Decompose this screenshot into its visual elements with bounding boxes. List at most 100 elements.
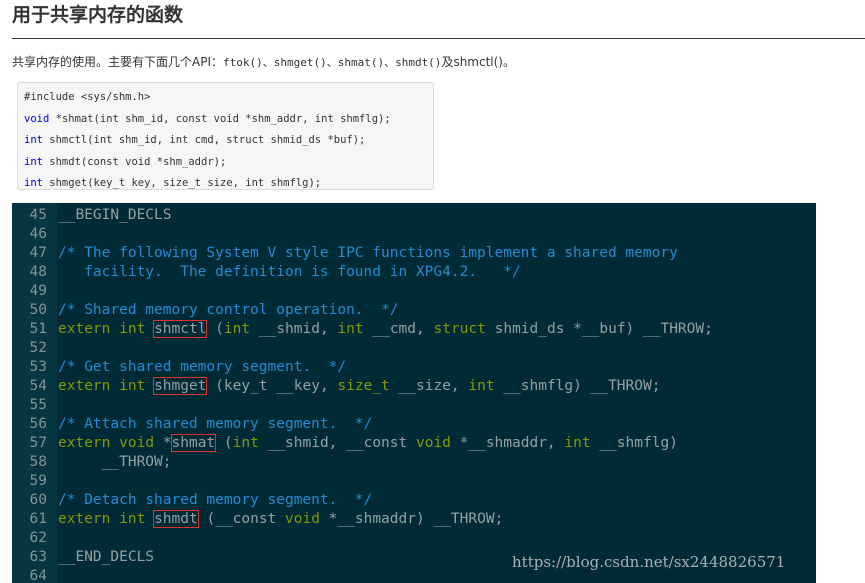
terminal-line: 57 extern void *shmat (int __shmid, __con… — [12, 434, 816, 453]
terminal-line: 55 — [12, 396, 816, 415]
keyword-extern: extern — [58, 321, 111, 337]
terminal-line: 48 facility. The definition is found in … — [12, 263, 816, 282]
code-text: __cmd, — [363, 321, 434, 337]
line-source: /* The following System V style IPC func… — [58, 244, 678, 263]
line-number: 63 — [29, 549, 47, 565]
line-source: extern int shmdt (__const void *__shmadd… — [58, 510, 503, 529]
line-source: extern int shmctl (int __shmid, int __cm… — [58, 320, 713, 339]
line-number: 57 — [29, 435, 47, 451]
terminal-line: 51 extern int shmctl (int __shmid, int __… — [12, 320, 816, 339]
title-divider — [12, 38, 865, 39]
comment-text: /* Detach shared memory segment. */ — [58, 492, 373, 508]
line-number: 54 — [29, 378, 47, 394]
keyword-type: size_t — [337, 378, 390, 394]
code-text: __shmid, __const — [258, 435, 416, 451]
comment-text: /* The following System V style IPC func… — [58, 245, 678, 261]
terminal-line: 56 /* Attach shared memory segment. */ — [12, 415, 816, 434]
line-number: 62 — [29, 530, 47, 546]
terminal-line: 61 extern int shmdt (__const void *__shma… — [12, 510, 816, 529]
line-source: /* Get shared memory segment. */ — [58, 358, 346, 377]
code-token: int — [24, 155, 43, 168]
terminal-line: 60 /* Detach shared memory segment. */ — [12, 491, 816, 510]
terminal-line: 50 /* Shared memory control operation. */ — [12, 301, 816, 320]
terminal-line: 49 — [12, 282, 816, 301]
line-number: 61 — [29, 511, 47, 527]
line-source: __END_DECLS — [58, 548, 154, 567]
line-number: 53 — [29, 359, 47, 375]
keyword-type: void — [415, 435, 451, 451]
line-number: 50 — [29, 302, 47, 318]
line-number: 49 — [29, 283, 47, 299]
keyword-type: int — [468, 378, 495, 394]
code-token: int — [24, 134, 43, 146]
terminal-line: 59 — [12, 472, 816, 491]
line-source: /* Attach shared memory segment. */ — [58, 415, 372, 434]
line-source: facility. The definition is found in XPG… — [58, 263, 521, 282]
highlighted-function-name: shmctl — [153, 320, 208, 338]
terminal-line: 62 — [12, 529, 816, 548]
code-line-shmget: int shmget(key_t key, size_t size, int s… — [24, 173, 433, 195]
code-line-include: #include <sys/shm.h> — [24, 91, 151, 103]
line-source: __BEGIN_DECLS — [58, 206, 172, 225]
code-text: __THROW; — [58, 454, 172, 470]
line-source: extern int shmget (key_t __key, size_t _… — [58, 377, 660, 396]
line-source: /* Shared memory control operation. */ — [58, 301, 398, 320]
line-number: 48 — [29, 264, 47, 280]
line-source: extern void *shmat (int __shmid, __const… — [58, 434, 678, 453]
code-text: ( — [215, 435, 233, 451]
code-line-shmat: void *shmat(int shm_id, const void *shm_… — [24, 109, 433, 131]
comment-text: /* Shared memory control operation. */ — [58, 302, 399, 318]
terminal-line: 46 — [12, 225, 816, 244]
comment-text: facility. The definition is found in XPG… — [58, 264, 521, 280]
code-line-shmctl: int shmctl(int shm_id, int cmd, struct s… — [24, 130, 433, 152]
line-number: 58 — [29, 454, 47, 470]
line-number: 55 — [29, 397, 47, 413]
line-number: 46 — [29, 226, 47, 242]
code-text: __size, — [389, 378, 469, 394]
terminal-line: 52 — [12, 339, 816, 358]
code-token: void — [24, 112, 50, 125]
terminal-line: 53 /* Get shared memory segment. */ — [12, 358, 816, 377]
intro-paragraph: 共享内存的使用。主要有下面几个API：ftok()、shmget()、shmat… — [12, 52, 515, 72]
code-text: ( — [206, 321, 224, 337]
code-line-rest: shmctl(int shm_id, int cmd, struct shmid… — [42, 134, 366, 146]
page-title: 用于共享内存的函数 — [12, 4, 184, 26]
code-text: __END_DECLS — [58, 549, 155, 565]
code-text: *__shmaddr, — [450, 435, 565, 451]
comment-text: /* Get shared memory segment. */ — [58, 359, 347, 375]
code-line-rest: shmget(key_t key, size_t size, int shmfl… — [42, 177, 322, 189]
keyword-type: int — [119, 511, 146, 527]
terminal-line: 45 __BEGIN_DECLS — [12, 206, 816, 225]
terminal-screenshot: 45 __BEGIN_DECLS 46 47 /* The following Syst… — [12, 203, 816, 583]
keyword-type: int — [564, 435, 591, 451]
line-number: 60 — [29, 492, 47, 508]
line-source: /* Detach shared memory segment. */ — [58, 491, 372, 510]
code-text: __shmflg) __THROW; — [494, 378, 661, 394]
terminal-line: 47 /* The following System V style IPC fu… — [12, 244, 816, 263]
code-text: shmid_ds *__buf) __THROW; — [485, 321, 713, 337]
highlighted-function-name: shmat — [170, 434, 217, 452]
comment-text: /* Attach shared memory segment. */ — [58, 416, 373, 432]
line-number: 64 — [29, 568, 47, 583]
code-line-rest: *shmat(int shm_id, const void *shm_addr,… — [49, 112, 391, 125]
keyword-type: struct — [433, 321, 486, 337]
line-number: 59 — [29, 473, 47, 489]
code-line-shmdt: int shmdt(const void *shm_addr); — [24, 152, 433, 174]
code-line-rest: shmdt(const void *shm_addr); — [42, 155, 227, 168]
keyword-type: int — [119, 378, 146, 394]
watermark-text: https://blog.csdn.net/sx2448826571 — [512, 553, 786, 571]
line-source: __THROW; — [58, 453, 172, 472]
line-number: 56 — [29, 416, 47, 432]
keyword-type: int — [223, 321, 251, 337]
code-text: __BEGIN_DECLS — [58, 207, 172, 223]
highlighted-function-name: shmget — [153, 377, 208, 395]
code-text: __shmflg) — [590, 435, 678, 451]
line-number: 52 — [29, 340, 47, 356]
header-code-block: #include <sys/shm.h> void *shmat(int shm… — [17, 82, 434, 190]
